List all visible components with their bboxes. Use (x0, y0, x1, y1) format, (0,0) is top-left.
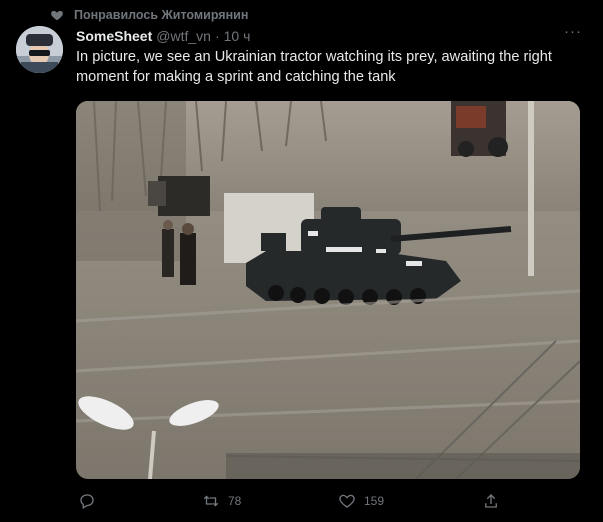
heart-icon (51, 10, 63, 21)
author-name[interactable]: SomeSheet (76, 28, 152, 44)
retweet-button[interactable]: 78 (202, 492, 241, 510)
like-button[interactable]: 159 (338, 492, 384, 510)
share-button[interactable] (482, 492, 500, 510)
like-icon (339, 494, 355, 508)
tweet-actions: 78 159 (0, 492, 603, 514)
separator: · (214, 28, 220, 44)
retweet-icon (203, 495, 219, 507)
retweet-count: 78 (228, 494, 242, 508)
social-context-text[interactable]: Понравилось Житомирянин (74, 8, 248, 22)
timestamp[interactable]: 10 ч (224, 28, 251, 44)
tweet-photo[interactable] (76, 101, 580, 479)
avatar[interactable] (16, 26, 63, 73)
more-options-button[interactable]: ··· (562, 24, 584, 43)
author-handle[interactable]: @wtf_vn (156, 28, 211, 44)
share-icon (485, 494, 497, 508)
like-count: 159 (364, 494, 385, 508)
tweet-header: SomeSheet @wtf_vn · 10 ч (76, 27, 250, 45)
reply-icon (80, 494, 94, 509)
tweet-text: In picture, we see an Ukrainian tractor … (76, 49, 552, 85)
reply-button[interactable] (78, 492, 104, 510)
social-context: Понравилось Житомирянин (50, 6, 248, 24)
